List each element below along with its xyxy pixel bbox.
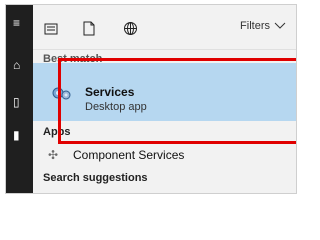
start-search-window: ≡ ⌂ ▯ ▮ Filters Best match Services Desk…	[5, 4, 297, 194]
search-results-panel: Filters Best match Services Desktop app …	[33, 5, 296, 193]
filters-button[interactable]: Filters	[240, 20, 286, 32]
app-item-component-services[interactable]: ✣ Component Services	[33, 143, 296, 167]
home-icon[interactable]: ⌂	[13, 59, 20, 71]
globe-icon[interactable]	[123, 21, 138, 36]
left-rail: ≡ ⌂ ▯ ▮	[6, 5, 33, 193]
highlight-box	[58, 58, 296, 144]
search-suggestions-heading: Search suggestions	[43, 172, 148, 184]
hamburger-menu-icon[interactable]: ≡	[13, 17, 20, 29]
filters-label: Filters	[240, 20, 270, 32]
document-icon[interactable]	[83, 21, 95, 36]
chevron-down-icon	[274, 22, 286, 29]
user-icon[interactable]: ▮	[13, 129, 20, 141]
list-icon[interactable]	[44, 23, 58, 35]
component-services-icon: ✣	[48, 148, 59, 162]
app-item-label: Component Services	[73, 148, 185, 162]
search-toolbar: Filters	[33, 5, 296, 50]
documents-icon[interactable]: ▯	[13, 96, 20, 108]
